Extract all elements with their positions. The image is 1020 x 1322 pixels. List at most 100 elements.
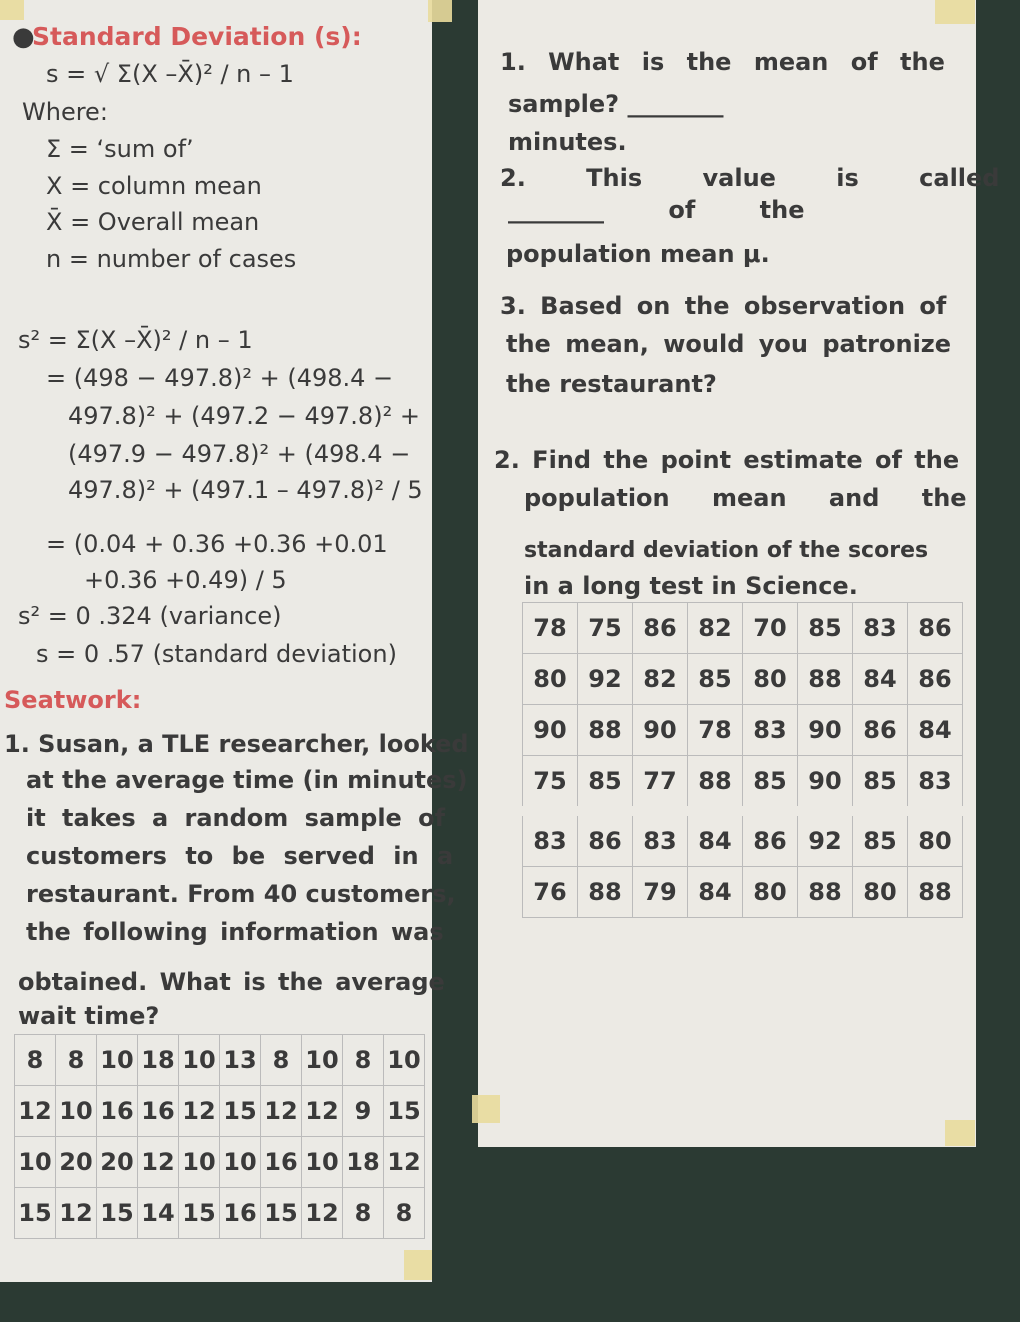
tape bbox=[935, 0, 975, 24]
question-line: population mean and the bbox=[524, 484, 967, 512]
table-cell: 10 bbox=[301, 1034, 343, 1086]
table-cell: 15 bbox=[219, 1085, 261, 1137]
table-cell: 15 bbox=[14, 1187, 56, 1239]
right-paper-sheet: 1. What is the mean of the sample? _____… bbox=[478, 0, 999, 1147]
table-cell: 88 bbox=[577, 704, 633, 756]
science-scores-table: 78 75 86 82 70 85 83 86 80 92 82 85 80 88 84 86 90 88 90 78… bbox=[522, 602, 963, 918]
table-cell: 78 bbox=[522, 602, 578, 654]
variance-line: s² = 0 .324 (variance) bbox=[18, 602, 282, 630]
table-cell: 8 bbox=[383, 1187, 425, 1239]
table-cell: 88 bbox=[797, 866, 853, 918]
table-cell: 82 bbox=[687, 602, 743, 654]
table-cell: 16 bbox=[219, 1187, 261, 1239]
table-cell: 16 bbox=[137, 1085, 179, 1137]
table-cell: 10 bbox=[14, 1136, 56, 1188]
table-cell: 18 bbox=[342, 1136, 384, 1188]
calc-line: 497.8)² + (497.2 − 497.8)² + bbox=[68, 402, 420, 430]
table-cell: 82 bbox=[632, 653, 688, 705]
table-cell: 70 bbox=[742, 602, 798, 654]
table-cell: 84 bbox=[687, 806, 743, 867]
question-line: 2. Find the point estimate of the bbox=[494, 446, 960, 474]
table-cell: 20 bbox=[96, 1136, 138, 1188]
definition: X = column mean bbox=[46, 172, 262, 200]
calc-line: (497.9 − 497.8)² + (498.4 − bbox=[68, 440, 411, 468]
table-cell: 86 bbox=[632, 602, 688, 654]
table-cell: 10 bbox=[178, 1136, 220, 1188]
table-cell: 8 bbox=[55, 1034, 97, 1086]
tape bbox=[404, 1250, 432, 1280]
table-row: 78 75 86 82 70 85 83 86 bbox=[522, 602, 963, 654]
table-cell: 83 bbox=[522, 806, 578, 867]
tape bbox=[0, 0, 24, 20]
table-row: 12 10 16 16 12 15 12 12 9 15 bbox=[14, 1085, 425, 1137]
problem-line: the following information was bbox=[26, 918, 444, 946]
problem-line: it takes a random sample of bbox=[26, 804, 446, 832]
left-paper-sheet: ● Standard Deviation (s): s = √ Σ(X –X̄)… bbox=[0, 0, 469, 1282]
definition: X̄ = Overall mean bbox=[46, 208, 260, 236]
tape bbox=[428, 0, 452, 22]
question-line: sample? ________ bbox=[508, 90, 724, 118]
heading: Standard Deviation (s): bbox=[32, 22, 362, 51]
table-cell: 15 bbox=[178, 1187, 220, 1239]
question-line: minutes. bbox=[508, 128, 627, 156]
table-cell: 84 bbox=[907, 704, 963, 756]
definition: n = number of cases bbox=[46, 245, 297, 273]
tape bbox=[945, 1120, 975, 1146]
table-cell: 15 bbox=[260, 1187, 302, 1239]
table-cell: 12 bbox=[301, 1187, 343, 1239]
table-row: 15 12 15 14 15 16 15 12 8 8 bbox=[14, 1187, 425, 1239]
calc-line: = (498 − 497.8)² + (498.4 − bbox=[46, 364, 394, 392]
table-row: 83 86 83 84 86 92 85 80 bbox=[522, 806, 963, 867]
table-cell: 10 bbox=[96, 1034, 138, 1086]
table-cell: 88 bbox=[907, 866, 963, 918]
table-cell: 10 bbox=[55, 1085, 97, 1137]
table-cell: 75 bbox=[522, 755, 578, 812]
table-cell: 85 bbox=[852, 806, 908, 867]
table-cell: 90 bbox=[632, 704, 688, 756]
table-cell: 88 bbox=[577, 866, 633, 918]
calc-line: = (0.04 + 0.36 +0.36 +0.01 bbox=[46, 530, 388, 558]
tape bbox=[472, 1095, 500, 1123]
table-cell: 77 bbox=[632, 755, 688, 812]
definition: Σ = ‘sum of’ bbox=[46, 135, 194, 163]
table-cell: 12 bbox=[14, 1085, 56, 1137]
table-cell: 80 bbox=[907, 806, 963, 867]
question-line: the restaurant? bbox=[506, 370, 717, 398]
table-cell: 85 bbox=[852, 755, 908, 812]
table-cell: 12 bbox=[137, 1136, 179, 1188]
seatwork-label: Seatwork: bbox=[4, 686, 142, 714]
table-row: 75 85 77 88 85 90 85 83 bbox=[522, 755, 963, 812]
table-cell: 12 bbox=[178, 1085, 220, 1137]
table-row: 10 20 20 12 10 10 16 10 18 12 bbox=[14, 1136, 425, 1188]
table-cell: 12 bbox=[383, 1136, 425, 1188]
table-row: 80 92 82 85 80 88 84 86 bbox=[522, 653, 963, 705]
table-cell: 80 bbox=[522, 653, 578, 705]
table-cell: 88 bbox=[797, 653, 853, 705]
sd-line: s = 0 .57 (standard deviation) bbox=[36, 640, 397, 668]
problem-line: 1. Susan, a TLE researcher, looked bbox=[4, 730, 469, 758]
question-line: population mean μ. bbox=[506, 240, 770, 268]
question-line: 1. What is the mean of the bbox=[500, 48, 945, 76]
question-line: the mean, would you patronize bbox=[506, 330, 952, 358]
table-cell: 14 bbox=[137, 1187, 179, 1239]
table-cell: 8 bbox=[342, 1034, 384, 1086]
table-cell: 86 bbox=[852, 704, 908, 756]
table-cell: 84 bbox=[852, 653, 908, 705]
table-cell: 92 bbox=[577, 653, 633, 705]
calc-line: s² = Σ(X –X̄)² / n – 1 bbox=[18, 326, 253, 354]
table-cell: 85 bbox=[687, 653, 743, 705]
table-cell: 86 bbox=[907, 653, 963, 705]
table-cell: 92 bbox=[797, 806, 853, 867]
calc-line: +0.36 +0.49) / 5 bbox=[84, 566, 287, 594]
question-line: in a long test in Science. bbox=[524, 572, 858, 600]
table-cell: 10 bbox=[178, 1034, 220, 1086]
table-cell: 86 bbox=[577, 806, 633, 867]
table-cell: 80 bbox=[852, 866, 908, 918]
table-cell: 85 bbox=[742, 755, 798, 812]
table-cell: 78 bbox=[687, 704, 743, 756]
table-cell: 90 bbox=[797, 704, 853, 756]
table-cell: 85 bbox=[797, 602, 853, 654]
table-cell: 15 bbox=[96, 1187, 138, 1239]
table-row: 76 88 79 84 80 88 80 88 bbox=[522, 866, 963, 918]
table-cell: 80 bbox=[742, 653, 798, 705]
